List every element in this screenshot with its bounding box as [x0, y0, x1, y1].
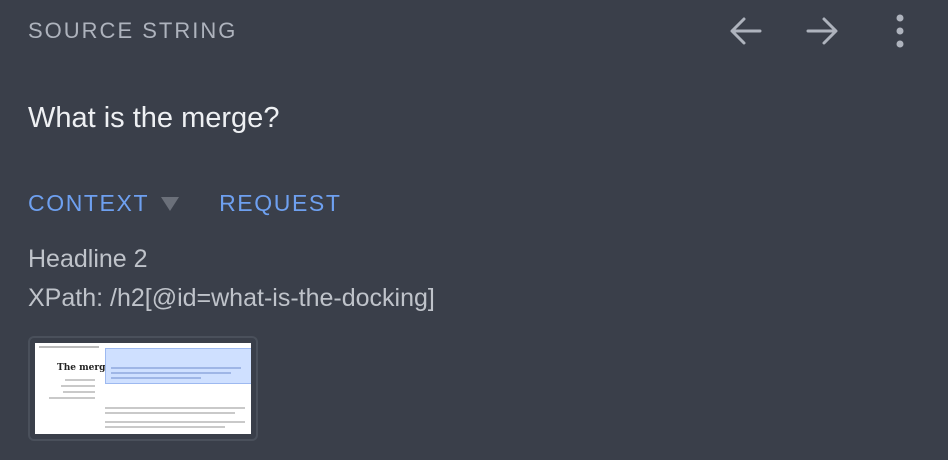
- preview-body-line: [105, 421, 245, 423]
- context-dropdown-caret-icon[interactable]: [161, 196, 180, 211]
- preview-topbar: [39, 346, 99, 348]
- screenshot-preview: The merge: [35, 343, 251, 434]
- context-xpath: XPath: /h2[@id=what-is-the-docking]: [28, 284, 435, 312]
- preview-panel-line: [111, 367, 241, 369]
- preview-panel-line: [111, 372, 231, 374]
- context-tabs: CONTEXT REQUEST: [28, 190, 341, 217]
- preview-nav-line: [63, 391, 95, 393]
- preview-panel-line: [111, 377, 201, 379]
- back-button[interactable]: [726, 11, 766, 51]
- preview-body-line: [105, 412, 235, 414]
- source-string-text: What is the merge?: [28, 102, 280, 134]
- header: SOURCE STRING: [28, 14, 920, 48]
- preview-nav-line: [49, 397, 95, 399]
- more-vertical-icon: [896, 14, 904, 48]
- header-nav: [726, 14, 920, 48]
- preview-nav-line: [61, 385, 95, 387]
- section-label: SOURCE STRING: [28, 18, 238, 43]
- arrow-right-icon: [806, 17, 838, 45]
- tab-context[interactable]: CONTEXT: [28, 190, 149, 217]
- preview-body-line: [105, 407, 245, 409]
- more-menu-button[interactable]: [880, 11, 920, 51]
- arrow-left-icon: [730, 17, 762, 45]
- forward-button[interactable]: [802, 11, 842, 51]
- tab-request[interactable]: REQUEST: [219, 190, 341, 217]
- preview-page-title: The merge: [57, 363, 112, 373]
- preview-body-line: [105, 426, 225, 428]
- preview-nav-line: [65, 379, 95, 381]
- context-screenshot-thumbnail[interactable]: The merge: [28, 336, 258, 441]
- context-element-type: Headline 2: [28, 245, 148, 273]
